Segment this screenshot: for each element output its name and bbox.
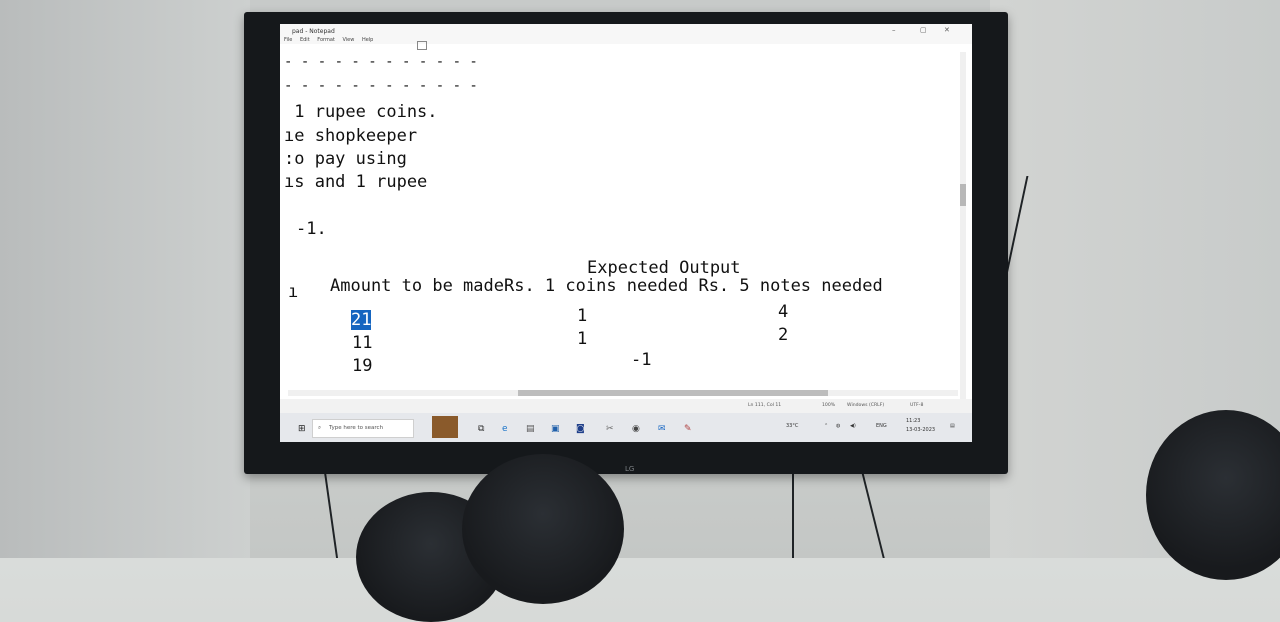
edge-browser-icon[interactable]: e (502, 424, 508, 434)
table-prefix-marker: ı (288, 282, 299, 302)
taskbar-search-box[interactable]: ⌕ Type here to search (312, 419, 414, 438)
menu-file[interactable]: File (284, 37, 292, 43)
notification-icon[interactable]: ▤ (950, 423, 955, 429)
chrome-icon[interactable]: ◉ (632, 424, 640, 434)
notepad-plus-icon[interactable]: ✎ (684, 424, 692, 434)
notepad-screen: pad - Notepad File Edit Format View Help… (280, 24, 972, 442)
text-line-coins: 1 rupee coins. (284, 102, 438, 122)
mail-icon[interactable]: ✉ (658, 424, 666, 434)
status-position: Ln 111, Col 11 (748, 403, 782, 408)
menu-help[interactable]: Help (362, 37, 373, 43)
dash-line-2: - - - - - - - - - - - - (284, 78, 478, 94)
taskbar: ⊞ ⌕ Type here to search ⧉ e ▤ ▣ ◙ ✂ ◉ ✉ … (280, 413, 972, 442)
tv-brand-logo: LG (625, 465, 635, 473)
title-bar: pad - Notepad File Edit Format View Help… (280, 24, 972, 50)
weather-temperature[interactable]: 33°C (786, 423, 798, 429)
dash-line-1: - - - - - - - - - - - - (284, 54, 478, 70)
horizontal-scroll-thumb[interactable] (518, 390, 828, 396)
expected-output-heading: Expected Output (587, 258, 741, 278)
window-title: pad - Notepad (292, 28, 335, 35)
table-amount-1[interactable]: 21 (351, 310, 372, 330)
text-line-rupee: ıs and 1 rupee (284, 172, 428, 192)
vertical-scroll-thumb[interactable] (960, 184, 966, 206)
status-zoom: 100% (822, 403, 836, 408)
maximize-button[interactable]: ▢ (920, 26, 927, 34)
clock-time[interactable]: 11:23 (906, 418, 920, 424)
close-button[interactable]: ✕ (944, 26, 950, 34)
table-combined-result: -1 (631, 350, 652, 370)
text-line-pay: :o pay using (284, 149, 407, 169)
table-notes-1: 4 (778, 302, 789, 322)
file-explorer-icon[interactable]: ▤ (526, 424, 535, 434)
table-notes-2: 2 (778, 325, 789, 345)
table-coins-2: 1 (577, 329, 588, 349)
menu-format[interactable]: Format (317, 37, 335, 43)
search-placeholder: Type here to search (329, 425, 384, 431)
zoom-icon[interactable]: ◙ (576, 424, 585, 434)
wall-left (0, 0, 250, 558)
network-icon[interactable]: ◍ (836, 423, 840, 429)
text-line-minus-one: -1. (296, 219, 327, 239)
store-icon[interactable]: ▣ (551, 424, 560, 434)
minimize-button[interactable]: – (892, 26, 896, 34)
horizontal-scrollbar[interactable] (288, 390, 958, 396)
menu-edit[interactable]: Edit (300, 37, 310, 43)
table-amount-2: 11 (352, 333, 373, 353)
status-encoding: UTF-8 (910, 403, 924, 408)
menu-bar: File Edit Format View Help (284, 37, 379, 43)
person-head-center (462, 454, 624, 604)
table-coins-1: 1 (577, 306, 588, 326)
table-header: Amount to be madeRs. 1 coins needed Rs. … (330, 276, 883, 296)
status-bar: Ln 111, Col 11 100% Windows (CRLF) UTF-8 (280, 399, 972, 413)
menu-view[interactable]: View (342, 37, 354, 43)
volume-icon[interactable]: ◀) (850, 423, 856, 429)
clock-date[interactable]: 13-03-2023 (906, 427, 935, 433)
status-line-ending: Windows (CRLF) (847, 403, 885, 408)
vertical-scrollbar[interactable] (960, 52, 966, 408)
settings-icon[interactable] (417, 41, 427, 50)
text-editor[interactable]: - - - - - - - - - - - - - - - - - - - - … (280, 54, 960, 404)
taskbar-widget-icon[interactable] (432, 416, 458, 438)
tools-icon[interactable]: ✂ (606, 424, 614, 434)
task-view-icon[interactable]: ⧉ (478, 424, 484, 434)
tray-overflow-icon[interactable]: ⌃ (824, 423, 828, 429)
text-line-shopkeeper: ıe shopkeeper (284, 126, 418, 146)
table-amount-3: 19 (352, 356, 373, 376)
windows-start-icon[interactable]: ⊞ (298, 424, 306, 434)
bottom-cable-left (323, 472, 339, 558)
search-icon: ⌕ (318, 425, 322, 431)
keyboard-language[interactable]: ENG (876, 423, 887, 429)
